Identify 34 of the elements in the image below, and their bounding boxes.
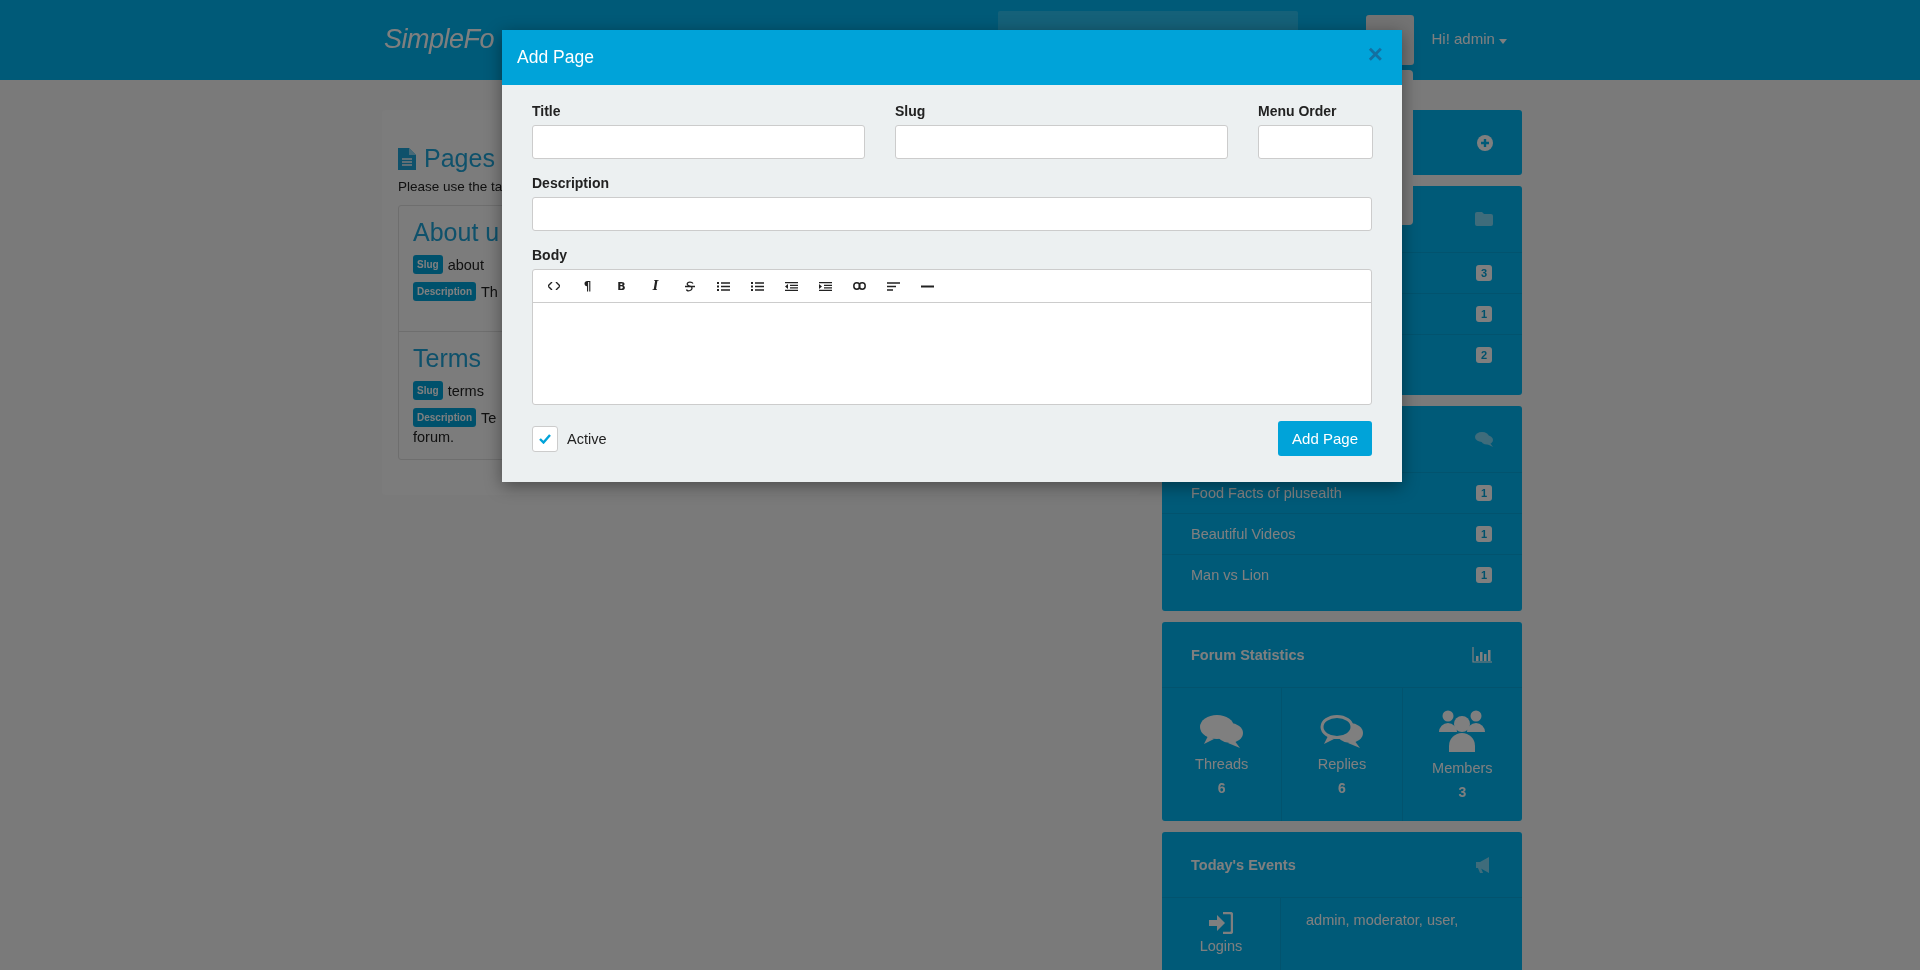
dialog-title: Add Page (517, 47, 594, 68)
intro-text: Please use the ta (398, 179, 503, 194)
description-label: Description (413, 408, 476, 427)
users-list: admin, moderator, user, (1281, 898, 1484, 970)
card-title: Forum Statistics (1191, 646, 1305, 663)
count-badge: 3 (1475, 265, 1492, 281)
checkbox-label: Active (567, 430, 607, 447)
page-heading: Pages (424, 144, 495, 173)
description-text: forum. (413, 429, 455, 445)
slug-text: terms (447, 382, 484, 399)
stat-value: 6 (1338, 779, 1346, 796)
slug-label: Slug (413, 381, 443, 400)
description-label: Description (413, 282, 476, 301)
stat-label: Members (1432, 759, 1493, 776)
description-text: Th (481, 283, 498, 300)
logins-label: Logins (1199, 938, 1243, 954)
description-text: Te (481, 409, 497, 426)
count-badge: 2 (1475, 347, 1492, 363)
stat-label: Threads (1195, 755, 1249, 772)
field-label: Body (532, 247, 568, 263)
field-label: Description (532, 175, 610, 191)
field-label: Title (532, 103, 562, 119)
field-label: Slug (895, 103, 927, 119)
card-title: Today's Events (1191, 856, 1296, 873)
count-badge: 1 (1475, 306, 1492, 322)
stat-label: Replies (1317, 755, 1367, 772)
field-label: Menu Order (1258, 103, 1338, 119)
count-badge: 1 (1475, 567, 1492, 583)
slug-text: about (447, 256, 484, 273)
stat-value: 6 (1217, 779, 1226, 796)
count-badge: 1 (1475, 526, 1492, 542)
count-badge: 1 (1475, 485, 1492, 501)
slug-label: Slug (413, 255, 443, 274)
stat-value: 3 (1458, 783, 1467, 800)
